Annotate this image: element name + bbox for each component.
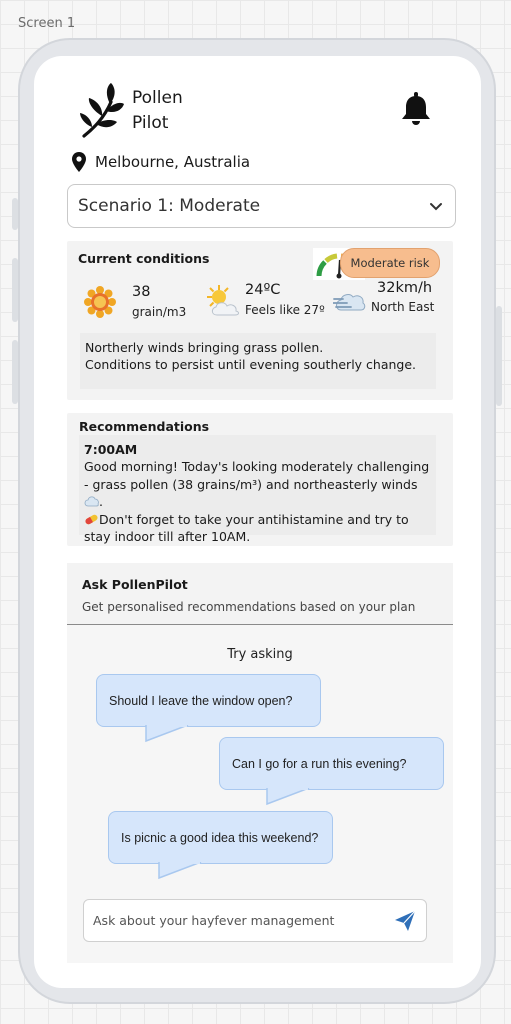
- ask-header: Ask PollenPilot Get personalised recomme…: [67, 563, 453, 625]
- bell-icon[interactable]: [400, 92, 432, 126]
- canvas-label: Screen 1: [18, 16, 76, 31]
- ask-subtitle: Get personalised recommendations based o…: [82, 600, 416, 614]
- phone-volume-down: [12, 340, 18, 404]
- suggestion-picnic-weekend[interactable]: Is picnic a good idea this weekend?: [108, 811, 333, 864]
- pollen-value: 38: [132, 284, 151, 300]
- conditions-note: Northerly winds bringing grass pollen. C…: [80, 333, 436, 389]
- pollen-unit: grain/m3: [132, 305, 187, 319]
- send-icon[interactable]: [394, 910, 416, 932]
- ask-input-placeholder: Ask about your hayfever management: [93, 913, 335, 928]
- ask-input[interactable]: Ask about your hayfever management: [83, 899, 427, 942]
- recommendation-message: 7:00AM Good morning! Today's looking mod…: [79, 435, 436, 544]
- temperature-feels-like: Feels like 27º: [245, 303, 325, 317]
- recommendation-time: 7:00AM: [84, 442, 138, 457]
- bubble-tail: [158, 862, 202, 880]
- app-title: Pollen Pilot: [132, 86, 183, 136]
- recommendation-text: Good morning! Today's looking moderately…: [84, 459, 430, 545]
- pill-icon: [85, 514, 98, 524]
- phone-side-button: [12, 198, 18, 230]
- wind-value: 32km/h: [377, 280, 433, 296]
- risk-badge: Moderate risk: [340, 248, 440, 278]
- recommendation-text-part2: Don't forget to take your antihistamine …: [84, 511, 409, 545]
- suggestion-text: Can I go for a run this evening?: [232, 756, 407, 771]
- temperature-value: 24ºC: [245, 282, 281, 298]
- scenario-select-value: Scenario 1: Moderate: [78, 196, 261, 216]
- ask-chat-area: Try asking Should I leave the window ope…: [67, 625, 453, 963]
- app-title-line1: Pollen: [132, 88, 183, 108]
- current-conditions-title: Current conditions: [78, 251, 210, 266]
- conditions-note-line1: Northerly winds bringing grass pollen.: [85, 340, 324, 355]
- suggestion-run-evening[interactable]: Can I go for a run this evening?: [219, 737, 444, 790]
- app-screen: Pollen Pilot Melbourne, Australia Scenar…: [34, 56, 481, 988]
- bubble-tail: [266, 788, 310, 806]
- recommendations-card: Recommendations 7:00AM Good morning! Tod…: [67, 413, 453, 546]
- wind-direction: North East: [371, 300, 435, 314]
- wind-icon: [333, 294, 366, 311]
- recommendation-text-part1: Good morning! Today's looking moderately…: [84, 459, 430, 492]
- phone-volume-up: [12, 258, 18, 322]
- location-text: Melbourne, Australia: [95, 153, 251, 171]
- phone-power-button: [496, 306, 502, 406]
- pollen-flower-icon: [84, 286, 116, 318]
- scenario-select[interactable]: Scenario 1: Moderate: [67, 184, 456, 228]
- current-conditions-card: Current conditions Moderate risk 38 grai…: [67, 241, 453, 400]
- suggestion-window-open[interactable]: Should I leave the window open?: [96, 674, 321, 727]
- ask-title: Ask PollenPilot: [82, 577, 188, 592]
- recommendations-title: Recommendations: [79, 419, 210, 434]
- try-asking-label: Try asking: [227, 647, 293, 662]
- sun-cloud-icon: [207, 285, 239, 316]
- location-row: Melbourne, Australia: [72, 152, 250, 172]
- map-pin-icon: [72, 152, 86, 172]
- chevron-down-icon: [430, 203, 442, 211]
- wind-face-icon: [84, 496, 99, 507]
- suggestion-text: Should I leave the window open?: [109, 693, 293, 708]
- suggestion-text: Is picnic a good idea this weekend?: [121, 830, 319, 845]
- ask-pollenpilot-panel: Ask PollenPilot Get personalised recomme…: [67, 563, 453, 963]
- leaf-branch-icon: [80, 83, 124, 138]
- conditions-note-line2: Conditions to persist until evening sout…: [85, 357, 417, 372]
- app-title-line2: Pilot: [132, 113, 169, 133]
- bubble-tail: [145, 725, 189, 743]
